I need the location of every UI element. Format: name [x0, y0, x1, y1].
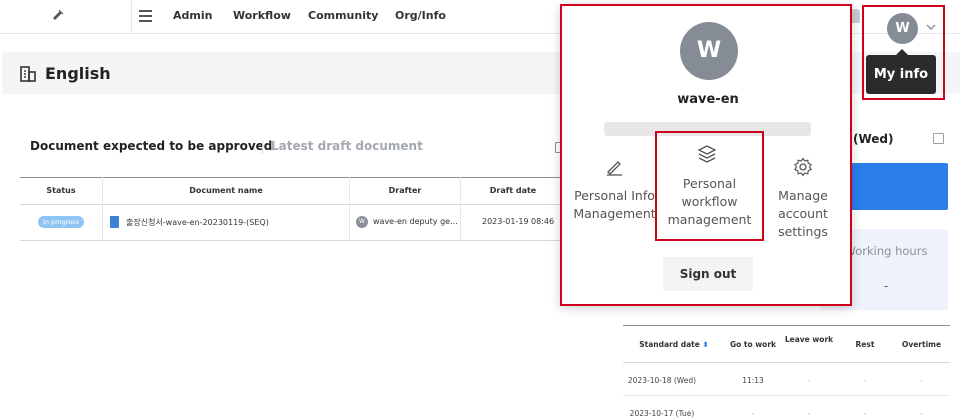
working-hours-value: - — [883, 279, 889, 293]
row-date: 2023-10-18 (Wed) — [627, 376, 697, 385]
menu-icon[interactable] — [139, 10, 152, 22]
th-status: Status — [46, 186, 76, 195]
nav-org-info[interactable]: Org/Info — [395, 9, 446, 22]
gear-icon[interactable] — [793, 157, 813, 177]
table-row[interactable]: In progress 출장신청서-wave-en-20230119-(SEQ)… — [20, 205, 565, 241]
row-rest: - — [863, 376, 867, 385]
attendance-button[interactable] — [840, 163, 948, 210]
nav-admin[interactable]: Admin — [173, 9, 212, 22]
tab-expected-approval[interactable]: Document expected to be approved — [30, 139, 272, 153]
document-file-icon — [110, 216, 119, 228]
th-drafter: Drafter — [388, 186, 422, 195]
row-leave: - — [807, 376, 811, 385]
user-menu-popup: W wave-en Personal Info Management Perso… — [560, 4, 852, 306]
nav-workflow[interactable]: Workflow — [233, 9, 291, 22]
document-name[interactable]: 출장신청서-wave-en-20230119-(SEQ) — [126, 217, 269, 228]
row-overtime: - — [920, 409, 923, 418]
table-row[interactable]: 2023-10-17 (Tue) - - - - — [623, 396, 950, 419]
th-overtime: Overtime — [901, 340, 942, 349]
th-standard-date[interactable]: Standard date ⬍ — [623, 340, 725, 349]
building-icon — [20, 66, 36, 82]
row-rest: - — [863, 409, 867, 418]
row-go: - — [751, 409, 755, 418]
pencil-icon[interactable] — [604, 156, 624, 176]
table-header: Standard date ⬍ Go to work Leave work Re… — [623, 325, 950, 363]
row-date: 2023-10-17 (Tue) — [629, 409, 695, 418]
th-draft-date: Draft date — [489, 186, 537, 195]
menu-account-settings[interactable]: Manage account settings — [762, 187, 844, 241]
row-leave: - — [807, 409, 811, 418]
page-title: English — [45, 64, 111, 83]
th-rest: Rest — [855, 340, 875, 349]
attendance-day: (Wed) — [853, 132, 894, 146]
drafter-avatar: W — [356, 216, 368, 228]
nav-divider — [131, 0, 132, 34]
sort-icon[interactable]: ⬍ — [702, 340, 708, 349]
popup-avatar: W — [680, 22, 738, 80]
row-overtime: - — [920, 376, 923, 385]
tab-divider — [262, 140, 263, 154]
popup-username: wave-en — [677, 92, 739, 107]
tab-latest-draft[interactable]: Latest draft document — [271, 139, 423, 153]
status-badge: In progress — [38, 216, 84, 228]
nav-community[interactable]: Community — [308, 9, 378, 22]
menu-personal-info[interactable]: Personal Info Management — [572, 187, 657, 223]
th-go-to-work: Go to work — [729, 340, 777, 349]
row-go: 11:13 — [742, 376, 764, 385]
external-link-icon[interactable] — [933, 133, 944, 144]
draft-date: 2023-01-19 08:46 — [482, 217, 555, 226]
table-row[interactable]: 2023-10-18 (Wed) 11:13 - - - — [623, 363, 950, 396]
drafter-name: wave-en deputy ge... — [373, 217, 458, 226]
highlight-frame — [862, 5, 945, 100]
th-document-name: Document name — [189, 186, 263, 195]
logo-icon[interactable] — [50, 8, 66, 22]
highlight-frame — [655, 131, 764, 241]
sign-out-button[interactable]: Sign out — [663, 257, 753, 291]
th-leave-work: Leave work — [784, 335, 834, 344]
